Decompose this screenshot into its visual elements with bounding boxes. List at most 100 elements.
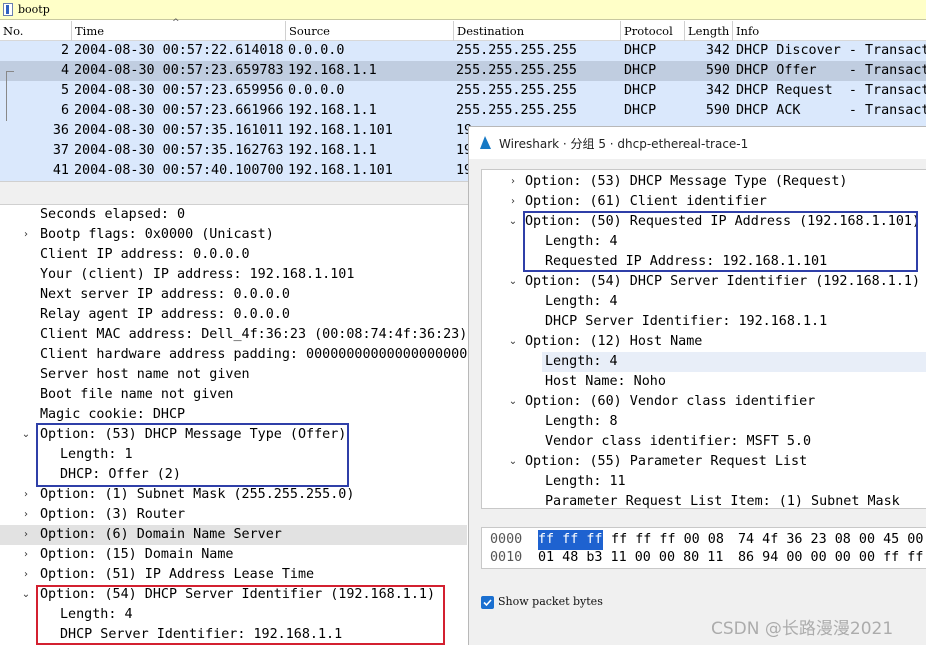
tree-item[interactable]: Length: 11	[545, 472, 626, 492]
packet-bytes-pane: 0000 ff ff ff ff ff ff 00 08 74 4f 36 23…	[481, 527, 926, 569]
column-header-no[interactable]: No.	[0, 21, 72, 41]
packet-time: 2004-08-30 00:57:35.162763	[74, 143, 284, 158]
collapse-chevron-icon[interactable]: ⌄	[19, 425, 33, 445]
packet-no: 4	[60, 63, 69, 78]
display-filter-bar[interactable]	[0, 0, 926, 20]
packet-no: 37	[52, 143, 69, 158]
column-header-info[interactable]: Info	[733, 21, 926, 41]
tree-item-selected[interactable]: Length: 4	[545, 352, 618, 372]
annotation-box-blue	[36, 423, 349, 487]
tree-item[interactable]: Length: 4	[545, 292, 618, 312]
show-packet-bytes-label[interactable]: Show packet bytes	[498, 595, 603, 608]
tree-item[interactable]: Client MAC address: Dell_4f:36:23 (00:08…	[40, 325, 467, 345]
packet-row-selected[interactable]: 4 2004-08-30 00:57:23.659783 192.168.1.1…	[0, 61, 926, 81]
collapse-chevron-icon[interactable]: ⌄	[506, 212, 520, 232]
tree-item[interactable]: Option: (55) Parameter Request List	[525, 452, 807, 472]
expand-chevron-icon[interactable]: ›	[19, 485, 33, 505]
packet-info: DHCP Discover - Transaction ID 0x15d	[736, 43, 926, 58]
packet-source: 192.168.1.1	[288, 103, 377, 118]
expand-chevron-icon[interactable]: ›	[506, 192, 520, 212]
tree-item[interactable]: Magic cookie: DHCP	[40, 405, 185, 425]
packet-time: 2004-08-30 00:57:40.100700	[74, 163, 284, 178]
collapse-chevron-icon[interactable]: ⌄	[506, 452, 520, 472]
collapse-chevron-icon[interactable]: ⌄	[506, 392, 520, 412]
popup-titlebar[interactable]: Wireshark · 分组 5 · dhcp-ethereal-trace-1	[469, 127, 926, 159]
tree-item[interactable]: Option: (60) Vendor class identifier	[525, 392, 815, 412]
packet-protocol: DHCP	[624, 83, 657, 98]
packet-length: 590	[705, 63, 730, 78]
collapse-chevron-icon[interactable]: ⌄	[506, 332, 520, 352]
hex-bytes[interactable]: 01 48 b3 11 00 00 80 11	[538, 548, 723, 568]
packet-source: 0.0.0.0	[288, 43, 345, 58]
tree-item[interactable]: Next server IP address: 0.0.0.0	[40, 285, 290, 305]
tree-item[interactable]: Seconds elapsed: 0	[40, 205, 185, 225]
tree-item[interactable]: Parameter Request List Item: (1) Subnet …	[545, 492, 900, 508]
column-header-destination[interactable]: Destination	[454, 21, 621, 41]
packet-protocol: DHCP	[624, 103, 657, 118]
tree-item[interactable]: Relay agent IP address: 0.0.0.0	[40, 305, 290, 325]
expand-chevron-icon[interactable]: ›	[19, 525, 33, 545]
tree-item[interactable]: Bootp flags: 0x0000 (Unicast)	[40, 225, 274, 245]
column-header-source[interactable]: Source	[286, 21, 454, 41]
hex-offset: 0010	[490, 550, 523, 565]
tree-item-selected[interactable]: Option: (6) Domain Name Server	[40, 525, 282, 545]
tree-item[interactable]: Your (client) IP address: 192.168.1.101	[40, 265, 354, 285]
tree-item[interactable]: Server host name not given	[40, 365, 250, 385]
expand-chevron-icon[interactable]: ›	[19, 545, 33, 565]
packet-details-tree: Seconds elapsed: 0 › Bootp flags: 0x0000…	[0, 205, 467, 645]
column-header-protocol[interactable]: Protocol	[621, 21, 685, 41]
popup-details-tree: › Option: (53) DHCP Message Type (Reques…	[481, 169, 926, 509]
hex-bytes[interactable]: 74 4f 36 23 08 00 45 00	[738, 530, 923, 550]
horizontal-scrollbar[interactable]	[481, 509, 926, 525]
packet-row[interactable]: 6 2004-08-30 00:57:23.661966 192.168.1.1…	[0, 101, 926, 121]
expand-chevron-icon[interactable]: ›	[19, 565, 33, 585]
show-packet-bytes-checkbox[interactable]	[481, 596, 494, 609]
packet-source: 192.168.1.101	[288, 163, 393, 178]
packet-destination: 255.255.255.255	[456, 43, 577, 58]
packet-time: 2004-08-30 00:57:35.161011	[74, 123, 284, 138]
expand-chevron-icon[interactable]: ›	[19, 505, 33, 525]
hex-bytes[interactable]: ff ff ff 00 08	[603, 530, 724, 550]
annotation-box-red	[36, 585, 445, 645]
tree-item[interactable]: Option: (54) DHCP Server Identifier (192…	[525, 272, 920, 292]
packet-no: 5	[60, 83, 69, 98]
tree-item[interactable]: Option: (53) DHCP Message Type (Request)	[525, 172, 847, 192]
tree-item[interactable]: Option: (61) Client identifier	[525, 192, 767, 212]
packet-info: DHCP Offer - Transaction ID 0x15d	[736, 63, 926, 78]
packet-list-header: No. Time ^ Source Destination Protocol L…	[0, 18, 926, 41]
tree-item[interactable]: Length: 8	[545, 412, 618, 432]
tree-item[interactable]: Option: (3) Router	[40, 505, 185, 525]
packet-length: 342	[705, 83, 730, 98]
packet-source: 192.168.1.1	[288, 143, 377, 158]
packet-source: 192.168.1.101	[288, 123, 393, 138]
display-filter-input[interactable]	[18, 2, 908, 17]
annotation-box-blue	[523, 211, 918, 272]
packet-row[interactable]: 5 2004-08-30 00:57:23.659956 0.0.0.0 255…	[0, 81, 926, 101]
hex-bytes[interactable]: 86 94 00 00 00 00 ff ff	[738, 548, 923, 568]
collapse-chevron-icon[interactable]: ⌄	[506, 272, 520, 292]
tree-item[interactable]: Client IP address: 0.0.0.0	[40, 245, 250, 265]
collapse-chevron-icon[interactable]: ⌄	[19, 585, 33, 605]
packet-time: 2004-08-30 00:57:22.614018	[74, 43, 284, 58]
tree-item[interactable]: DHCP Server Identifier: 192.168.1.1	[545, 312, 827, 332]
expand-chevron-icon[interactable]: ›	[506, 172, 520, 192]
tree-item[interactable]: Option: (12) Host Name	[525, 332, 702, 352]
tree-item[interactable]: Boot file name not given	[40, 385, 233, 405]
tree-item[interactable]: Vendor class identifier: MSFT 5.0	[545, 432, 811, 452]
packet-no: 41	[52, 163, 69, 178]
tree-item[interactable]: Option: (1) Subnet Mask (255.255.255.0)	[40, 485, 354, 505]
hex-selection[interactable]: ff ff ff	[538, 530, 603, 550]
packet-row[interactable]: 2 2004-08-30 00:57:22.614018 0.0.0.0 255…	[0, 41, 926, 61]
packet-length: 590	[705, 103, 730, 118]
tree-item[interactable]: Host Name: Noho	[545, 372, 666, 392]
tree-item[interactable]: Option: (15) Domain Name	[40, 545, 233, 565]
packet-no: 36	[52, 123, 69, 138]
tree-item[interactable]: Client hardware address padding: 0000000…	[40, 345, 467, 365]
watermark: CSDN @长路漫漫2021	[711, 619, 894, 639]
column-header-length[interactable]: Length	[685, 21, 733, 41]
packet-no: 2	[60, 43, 69, 58]
expand-chevron-icon[interactable]: ›	[19, 225, 33, 245]
packet-destination: 255.255.255.255	[456, 103, 577, 118]
packet-protocol: DHCP	[624, 43, 657, 58]
tree-item[interactable]: Option: (51) IP Address Lease Time	[40, 565, 314, 585]
